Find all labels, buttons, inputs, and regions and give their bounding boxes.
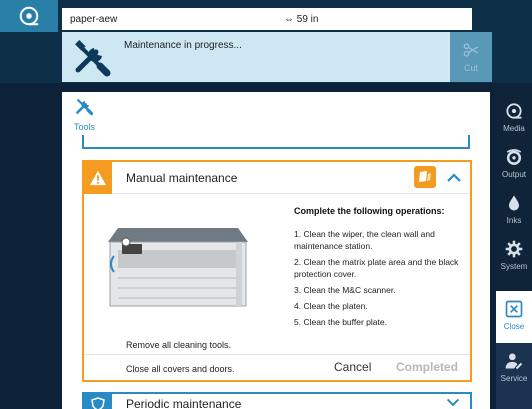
nav-service-label: Service	[500, 374, 528, 383]
close-icon	[505, 300, 523, 318]
service-person-icon	[505, 353, 523, 370]
media-roll-icon	[19, 6, 39, 26]
manual-maintenance-card: Manual maintenance Remove all cleaning t…	[82, 160, 472, 382]
remove-tools-instruction: Remove all cleaning tools.	[126, 340, 232, 350]
maintenance-status-banner: Maintenance in progress...	[62, 32, 472, 82]
periodic-tab	[84, 394, 112, 409]
tools-label: Tools	[74, 122, 96, 132]
warning-tab	[84, 162, 112, 194]
gear-icon	[505, 240, 523, 258]
manual-maintenance-title: Manual maintenance	[126, 171, 238, 185]
nav-media[interactable]: Media	[496, 93, 532, 139]
operation-item: 4. Clean the platen.	[294, 301, 368, 311]
nav-inks[interactable]: Inks	[496, 185, 532, 231]
output-icon	[506, 149, 522, 165]
media-roll-indicator[interactable]	[0, 0, 58, 32]
nav-inks-label: Inks	[506, 216, 522, 225]
nav-system-label: System	[500, 262, 528, 271]
manual-card-footer: Cancel Completed	[84, 354, 470, 382]
operation-item: 5. Clean the buffer plate.	[294, 317, 387, 327]
tools-icon	[76, 99, 94, 116]
chevron-up-icon[interactable]	[444, 168, 464, 188]
manual-maintenance-header[interactable]: Manual maintenance	[84, 162, 470, 194]
periodic-maintenance-card[interactable]: Periodic maintenance	[82, 392, 472, 409]
nav-output-label: Output	[501, 170, 526, 179]
previous-card-edge	[82, 135, 470, 149]
printer-illustration	[108, 228, 248, 307]
status-bar: paper-aew ⇔ 59 in Maintenance in progres…	[0, 0, 532, 83]
wipe-cloth-icon	[419, 171, 431, 182]
completed-button[interactable]: Completed	[396, 360, 458, 374]
media-info-strip: paper-aew ⇔ 59 in	[62, 8, 472, 30]
cut-button[interactable]: Cut	[450, 32, 492, 82]
nav-close-button[interactable]: Close	[496, 291, 532, 343]
ink-drop-icon	[509, 195, 519, 211]
nav-service[interactable]: Service	[496, 343, 532, 409]
nav-output[interactable]: Output	[496, 139, 532, 185]
media-name: paper-aew	[70, 13, 118, 25]
nav-system[interactable]: System	[496, 231, 532, 277]
operations-list: 1. Clean the wiper, the clean wall and m…	[294, 228, 466, 332]
tools-header: Tools	[74, 96, 114, 136]
chevron-down-icon[interactable]	[444, 394, 462, 409]
status-message: Maintenance in progress...	[124, 40, 242, 51]
side-navigation: Media Output Inks System Close Service	[496, 83, 532, 409]
operation-item: 3. Clean the M&C scanner.	[294, 285, 396, 295]
nav-close-label: Close	[503, 322, 525, 331]
scissors-icon	[463, 43, 479, 57]
media-length: ⇔ 59 in	[284, 13, 319, 25]
nav-media-label: Media	[503, 124, 525, 133]
tools-panel: Tools Manual maintenance Remove all clea…	[62, 92, 490, 409]
operation-item: 2. Clean the matrix plate area and the b…	[294, 257, 459, 279]
tools-icon	[75, 40, 111, 77]
periodic-maintenance-title: Periodic maintenance	[126, 397, 242, 409]
warning-icon	[90, 170, 106, 186]
media-length-value: 59 in	[296, 13, 319, 25]
operation-item: 1. Clean the wiper, the clean wall and m…	[294, 229, 435, 251]
operations-title: Complete the following operations:	[294, 206, 445, 216]
cancel-button[interactable]: Cancel	[334, 360, 371, 374]
media-icon	[506, 103, 522, 119]
wipe-badge	[414, 166, 436, 188]
cut-label: Cut	[463, 63, 478, 73]
shield-icon	[91, 397, 105, 409]
